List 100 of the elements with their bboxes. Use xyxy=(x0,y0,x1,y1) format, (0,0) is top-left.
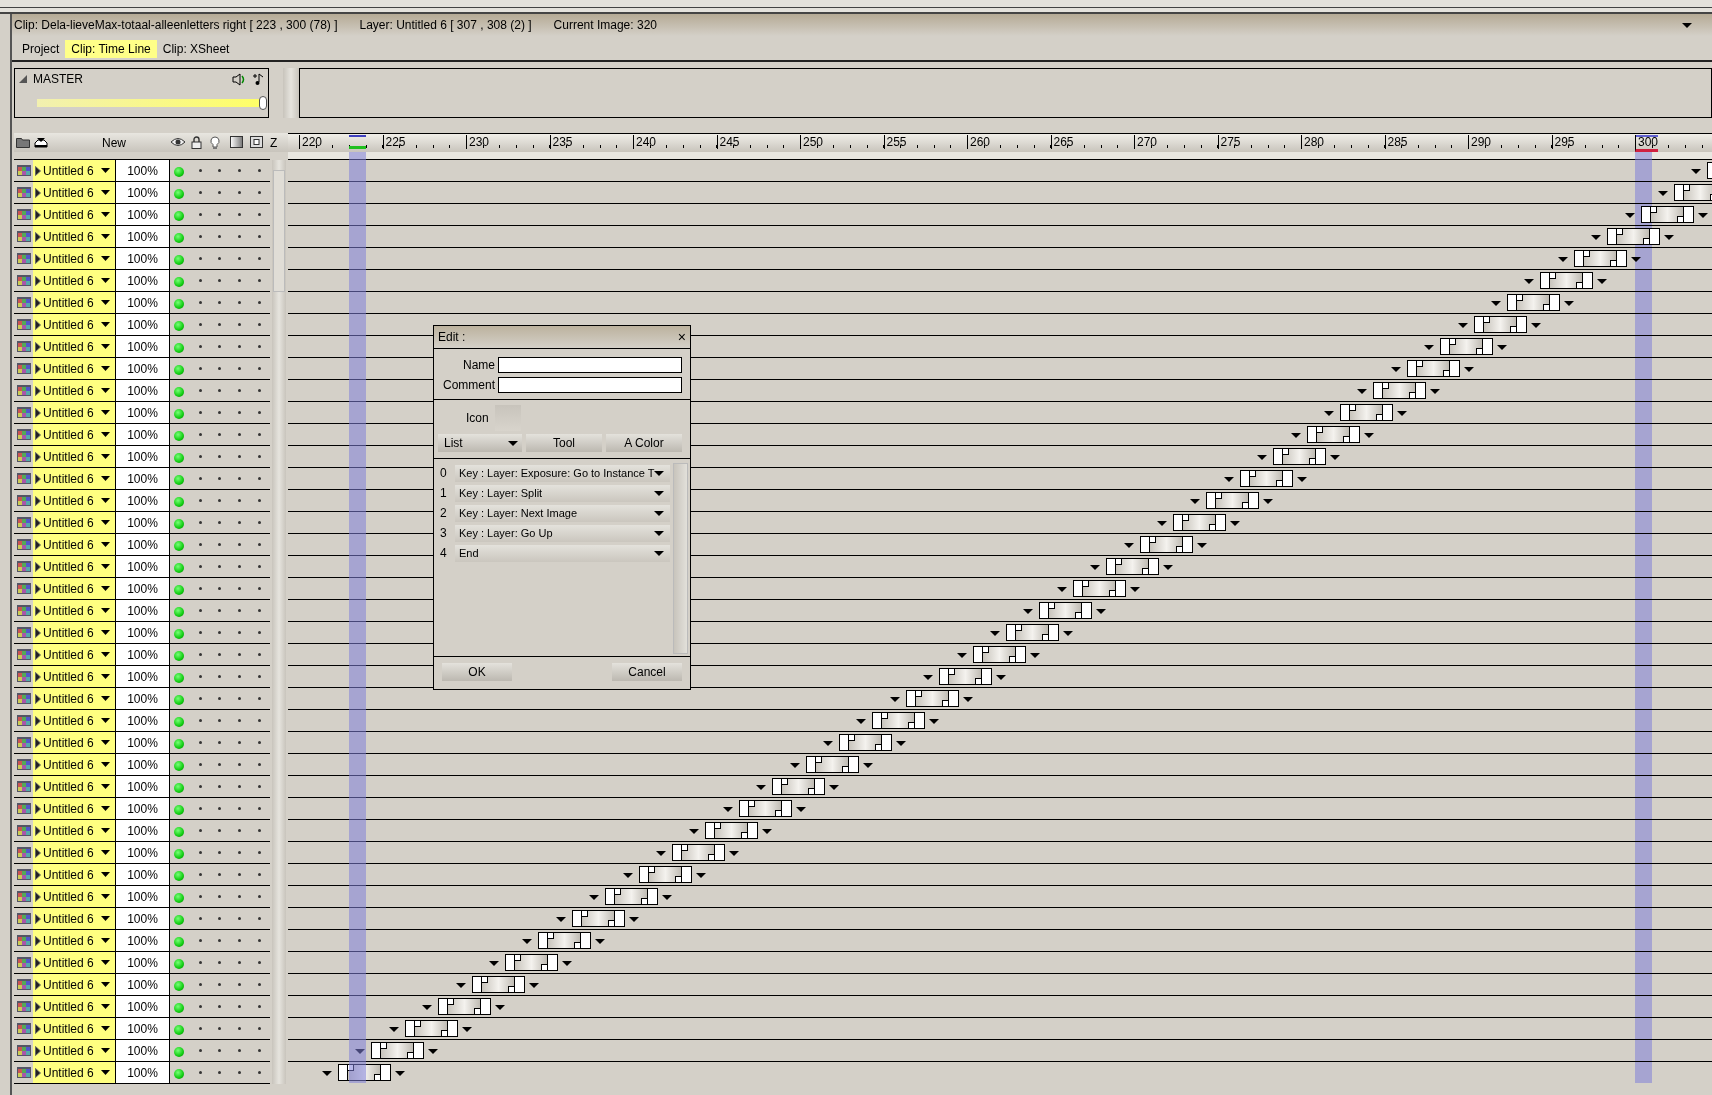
expand-triangle-icon[interactable] xyxy=(35,891,41,902)
toggle-dot[interactable] xyxy=(199,411,202,414)
toggle-dot[interactable] xyxy=(218,631,221,634)
caret-icon[interactable] xyxy=(896,741,906,746)
toggle-dot[interactable] xyxy=(199,169,202,172)
caret-icon[interactable] xyxy=(589,895,600,900)
clip-block[interactable] xyxy=(371,1042,425,1059)
scrollbar[interactable] xyxy=(673,463,688,654)
toggle-dot[interactable] xyxy=(218,807,221,810)
toggle-dot[interactable] xyxy=(218,785,221,788)
visibility-dot[interactable] xyxy=(174,959,184,969)
caret-icon[interactable] xyxy=(1397,411,1407,416)
visibility-dot[interactable] xyxy=(174,1047,184,1057)
toggle-dot[interactable] xyxy=(218,169,221,172)
caret-icon[interactable] xyxy=(100,850,110,855)
clip-block[interactable] xyxy=(1173,514,1226,531)
toggle-dot[interactable] xyxy=(218,301,221,304)
expand-triangle-icon[interactable] xyxy=(35,671,41,682)
toggle-dot[interactable] xyxy=(199,895,202,898)
visibility-dot[interactable] xyxy=(174,1003,184,1013)
toggle-dot[interactable] xyxy=(238,499,241,502)
layer-thumbnail-icon[interactable] xyxy=(16,803,31,814)
note-icon[interactable] xyxy=(252,72,264,86)
toggle-dot[interactable] xyxy=(218,873,221,876)
eye-icon[interactable] xyxy=(170,136,186,148)
caret-icon[interactable] xyxy=(1457,323,1468,328)
caret-icon[interactable] xyxy=(100,388,110,393)
toggle-dot[interactable] xyxy=(199,1071,202,1074)
toggle-dot[interactable] xyxy=(238,719,241,722)
caret-icon[interactable] xyxy=(929,719,940,724)
toggle-dot[interactable] xyxy=(258,917,261,920)
toggle-dot[interactable] xyxy=(258,279,261,282)
caret-icon[interactable] xyxy=(100,1026,110,1031)
toggle-dot[interactable] xyxy=(258,675,261,678)
visibility-dot[interactable] xyxy=(174,519,184,529)
toggle-dot[interactable] xyxy=(238,697,241,700)
toggle-dot[interactable] xyxy=(199,851,202,854)
caret-icon[interactable] xyxy=(1697,213,1708,218)
caret-icon[interactable] xyxy=(1597,279,1608,284)
layer-thumbnail-icon[interactable] xyxy=(16,957,31,968)
toggle-dot[interactable] xyxy=(238,983,241,986)
layer-thumbnail-icon[interactable] xyxy=(16,649,31,660)
caret-icon[interactable] xyxy=(100,718,110,723)
visibility-dot[interactable] xyxy=(174,739,184,749)
toggle-dot[interactable] xyxy=(199,741,202,744)
clip-block[interactable] xyxy=(1273,448,1327,465)
clip-block[interactable] xyxy=(972,646,1026,663)
toggle-dot[interactable] xyxy=(238,917,241,920)
action-dropdown[interactable]: Key : Layer: Exposure: Go to Instance T xyxy=(455,464,671,482)
toggle-dot[interactable] xyxy=(258,1071,261,1074)
visibility-dot[interactable] xyxy=(174,365,184,375)
expand-triangle-icon[interactable] xyxy=(35,957,41,968)
toggle-dot[interactable] xyxy=(258,1005,261,1008)
toggle-dot[interactable] xyxy=(218,697,221,700)
expand-triangle-icon[interactable] xyxy=(35,715,41,726)
caret-icon[interactable] xyxy=(100,168,110,173)
toggle-dot[interactable] xyxy=(199,719,202,722)
caret-icon[interactable] xyxy=(1363,433,1374,438)
caret-icon[interactable] xyxy=(100,190,110,195)
toggle-dot[interactable] xyxy=(238,609,241,612)
caret-icon[interactable] xyxy=(1257,455,1268,460)
toggle-dot[interactable] xyxy=(238,455,241,458)
clip-block[interactable] xyxy=(905,690,959,707)
caret-icon[interactable] xyxy=(656,851,666,856)
expand-triangle-icon[interactable] xyxy=(35,803,41,814)
caret-icon[interactable] xyxy=(1223,477,1234,482)
toggle-dot[interactable] xyxy=(199,1049,202,1052)
toggle-dot[interactable] xyxy=(238,389,241,392)
list-dropdown[interactable]: List xyxy=(438,434,522,452)
caret-icon[interactable] xyxy=(1463,367,1474,372)
toggle-dot[interactable] xyxy=(258,609,261,612)
bulb-icon[interactable] xyxy=(210,136,220,150)
scrollbar[interactable] xyxy=(272,160,286,1084)
caret-icon[interactable] xyxy=(1063,631,1073,636)
toggle-dot[interactable] xyxy=(238,1027,241,1030)
caret-icon[interactable] xyxy=(455,983,466,988)
caret-icon[interactable] xyxy=(100,410,110,415)
toggle-dot[interactable] xyxy=(238,1049,241,1052)
expand-triangle-icon[interactable] xyxy=(35,1067,41,1078)
toggle-dot[interactable] xyxy=(199,873,202,876)
toggle-dot[interactable] xyxy=(218,851,221,854)
layer-thumbnail-icon[interactable] xyxy=(16,539,31,550)
toggle-dot[interactable] xyxy=(218,433,221,436)
clip-block[interactable] xyxy=(1406,360,1460,377)
layer-thumbnail-icon[interactable] xyxy=(16,473,31,484)
layer-thumbnail-icon[interactable] xyxy=(16,1001,31,1012)
visibility-dot[interactable] xyxy=(174,761,184,771)
layer-thumbnail-icon[interactable] xyxy=(16,363,31,374)
expand-triangle-icon[interactable] xyxy=(35,473,41,484)
toggle-dot[interactable] xyxy=(238,169,241,172)
caret-icon[interactable] xyxy=(428,1049,439,1054)
toggle-dot[interactable] xyxy=(199,785,202,788)
toggle-dot[interactable] xyxy=(238,433,241,436)
toggle-dot[interactable] xyxy=(218,939,221,942)
visibility-dot[interactable] xyxy=(174,1069,184,1079)
toggle-dot[interactable] xyxy=(199,1005,202,1008)
caret-icon[interactable] xyxy=(100,652,110,657)
toggle-dot[interactable] xyxy=(199,433,202,436)
caret-icon[interactable] xyxy=(956,653,967,658)
caret-icon[interactable] xyxy=(1196,543,1207,548)
